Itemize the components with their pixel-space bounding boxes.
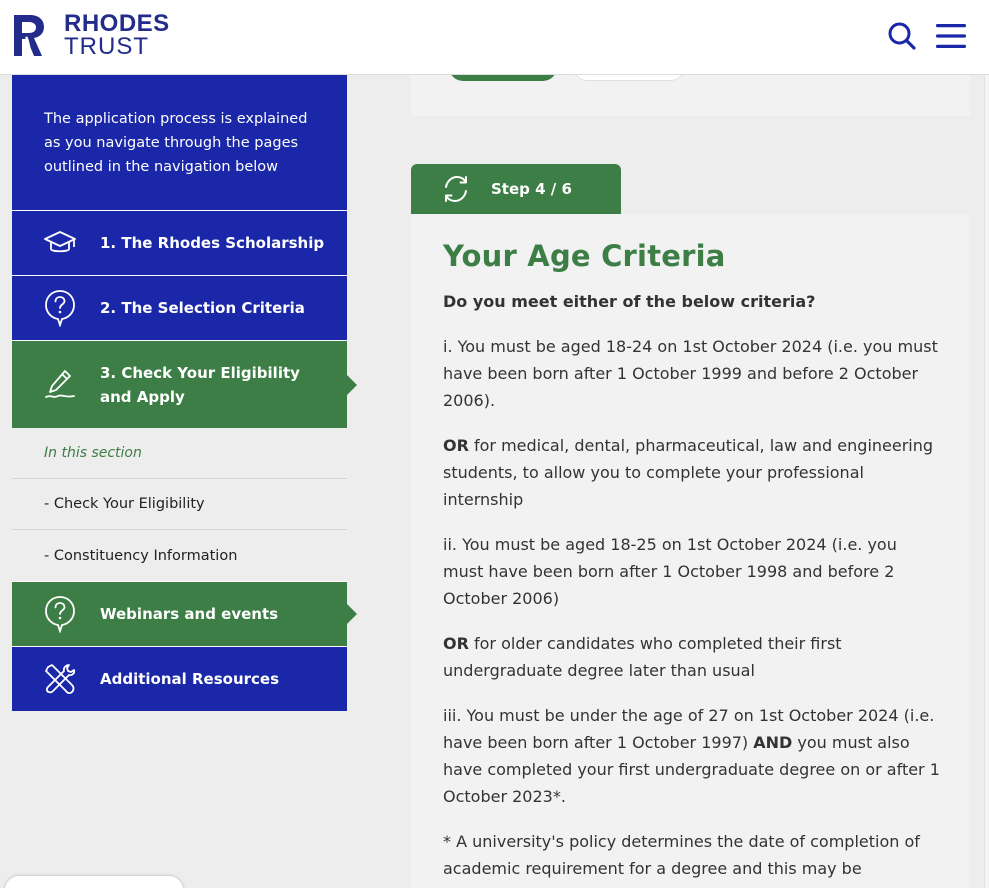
or-keyword: OR xyxy=(443,436,469,455)
sidebar-item-webinars-events[interactable]: Webinars and events xyxy=(12,581,357,646)
graduation-cap-icon xyxy=(42,225,78,261)
tools-icon xyxy=(42,661,78,697)
footnote: * A university's policy determines the d… xyxy=(443,832,920,878)
sidebar-item-rhodes-scholarship[interactable]: 1. The Rhodes Scholarship xyxy=(12,210,347,275)
logo-text-rhodes: RHODES xyxy=(64,10,170,37)
active-indicator-arrow xyxy=(347,374,357,395)
sidebar-item-selection-criteria[interactable]: 2. The Selection Criteria xyxy=(12,275,347,340)
criteria-or-paragraph-2: OR for older candidates who completed th… xyxy=(443,630,940,684)
rhodes-trust-logo[interactable]: RHODES TRUST xyxy=(12,10,170,60)
page: RHODES TRUST The application process is … xyxy=(0,0,989,888)
sub-nav-constituency-information[interactable]: - Constituency Information xyxy=(12,530,347,581)
criteria-paragraph-3: iii. You must be under the age of 27 on … xyxy=(443,702,940,810)
page-title: Your Age Criteria xyxy=(443,239,726,273)
sidebar-item-label: 1. The Rhodes Scholarship xyxy=(100,234,325,252)
criteria-question: Do you meet either of the below criteria… xyxy=(443,292,816,311)
site-header: RHODES TRUST xyxy=(0,0,989,75)
page-scrollbar[interactable] xyxy=(984,75,989,888)
hamburger-menu-icon xyxy=(936,24,966,48)
criteria-paragraph-1: i. You must be aged 18-24 on 1st October… xyxy=(443,337,938,410)
sidebar-item-label: Webinars and events xyxy=(100,605,279,623)
sidebar-item-label: 3. Check Your Eligibility and Apply xyxy=(100,363,300,406)
refresh-cycle-icon xyxy=(445,175,467,203)
search-icon xyxy=(888,22,916,50)
cookie-banner-tab[interactable] xyxy=(5,876,183,888)
sidebar-item-label: 2. The Selection Criteria xyxy=(100,299,305,317)
active-indicator-arrow xyxy=(347,604,357,624)
or-keyword: OR xyxy=(443,634,469,653)
sidebar-navigation: The application process is explained as … xyxy=(12,75,357,711)
logo-text-trust: TRUST xyxy=(64,33,149,60)
question-bubble-icon xyxy=(42,596,78,633)
step-counter: Step 4 / 6 xyxy=(491,180,572,198)
sidebar-item-check-eligibility[interactable]: 3. Check Your Eligibility and Apply xyxy=(12,340,357,428)
sidebar-item-additional-resources[interactable]: Additional Resources xyxy=(12,646,347,711)
previous-step-card xyxy=(411,65,970,116)
age-criteria-panel: Your Age Criteria Do you meet either of … xyxy=(411,214,970,888)
search-button[interactable] xyxy=(884,18,920,54)
criteria-or-paragraph-1: OR for medical, dental, pharmaceutical, … xyxy=(443,432,940,513)
and-keyword: AND xyxy=(753,733,793,752)
sidebar-intro-text: The application process is explained as … xyxy=(12,75,347,210)
section-heading: In this section xyxy=(12,428,347,479)
or-text: for older candidates who completed their… xyxy=(443,634,842,680)
rhodes-r-logo-icon xyxy=(14,14,44,57)
criteria-paragraph-2: ii. You must be aged 18-25 on 1st Octobe… xyxy=(443,535,897,608)
sidebar-item-label: Additional Resources xyxy=(100,670,280,688)
or-text: for medical, dental, pharmaceutical, law… xyxy=(443,436,934,509)
step-indicator-tab: Step 4 / 6 xyxy=(411,164,621,214)
pen-writing-icon xyxy=(42,367,78,403)
menu-button[interactable] xyxy=(933,18,969,54)
sub-nav-check-eligibility[interactable]: - Check Your Eligibility xyxy=(12,479,347,530)
question-bubble-icon xyxy=(42,290,78,327)
